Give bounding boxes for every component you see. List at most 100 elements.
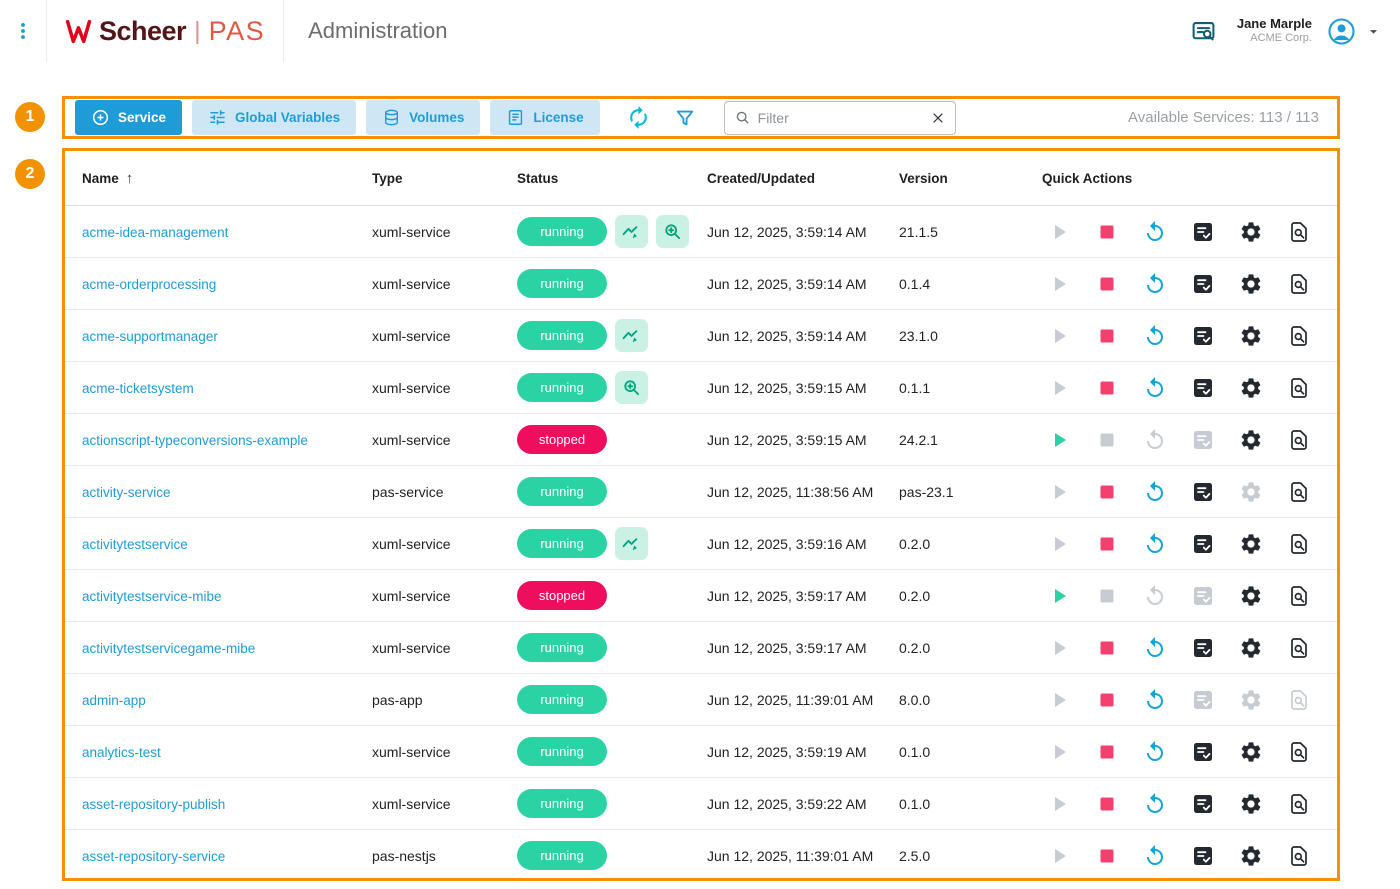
restart-button[interactable]: [1143, 376, 1167, 400]
restart-button[interactable]: [1143, 532, 1167, 556]
service-name-link[interactable]: acme-ticketsystem: [82, 381, 194, 396]
logs-button[interactable]: [1191, 636, 1215, 660]
stop-button[interactable]: [1095, 792, 1119, 816]
logs-button[interactable]: [1191, 740, 1215, 764]
table-row: acme-supportmanagerxuml-servicerunningJu…: [65, 310, 1337, 362]
service-name-link[interactable]: activitytestservicegame-mibe: [82, 641, 255, 656]
stop-button[interactable]: [1095, 844, 1119, 868]
service-name-link[interactable]: acme-orderprocessing: [82, 277, 216, 292]
filter-input[interactable]: [758, 110, 923, 126]
restart-button[interactable]: [1143, 324, 1167, 348]
stop-button[interactable]: [1095, 532, 1119, 556]
column-header-name[interactable]: Name↑: [65, 170, 355, 187]
funnel-icon[interactable]: [672, 105, 698, 131]
logs-button[interactable]: [1191, 220, 1215, 244]
service-name-link[interactable]: activity-service: [82, 485, 171, 500]
logs-button[interactable]: [1191, 532, 1215, 556]
logs-button[interactable]: [1191, 792, 1215, 816]
metrics-icon[interactable]: [615, 527, 648, 560]
table-row: analytics-testxuml-servicerunningJun 12,…: [65, 726, 1337, 778]
service-name-link[interactable]: asset-repository-publish: [82, 797, 225, 812]
details-button[interactable]: [1287, 220, 1311, 244]
service-tab-button[interactable]: Service: [75, 100, 182, 135]
refresh-icon[interactable]: [626, 105, 652, 131]
service-name-link[interactable]: activitytestservice-mibe: [82, 589, 222, 604]
settings-button[interactable]: [1239, 584, 1263, 608]
restart-button[interactable]: [1143, 844, 1167, 868]
settings-button[interactable]: [1239, 220, 1263, 244]
details-button[interactable]: [1287, 272, 1311, 296]
service-type: xuml-service: [355, 640, 500, 656]
logs-button[interactable]: [1191, 324, 1215, 348]
clear-icon[interactable]: [930, 110, 946, 126]
logs-button[interactable]: [1191, 272, 1215, 296]
restart-button[interactable]: [1143, 480, 1167, 504]
stop-button[interactable]: [1095, 324, 1119, 348]
service-name-link[interactable]: analytics-test: [82, 745, 161, 760]
stop-button[interactable]: [1095, 220, 1119, 244]
restart-button[interactable]: [1143, 220, 1167, 244]
stop-button[interactable]: [1095, 272, 1119, 296]
details-button[interactable]: [1287, 584, 1311, 608]
kebab-menu-icon[interactable]: [0, 20, 46, 42]
volumes-tab-button[interactable]: Volumes: [366, 100, 480, 135]
stop-button[interactable]: [1095, 636, 1119, 660]
service-name-link[interactable]: acme-supportmanager: [82, 329, 218, 344]
trace-icon[interactable]: [615, 371, 648, 404]
chevron-down-icon[interactable]: [1365, 23, 1382, 40]
stop-button[interactable]: [1095, 688, 1119, 712]
global-variables-tab-button[interactable]: Global Variables: [192, 100, 356, 135]
service-name-link[interactable]: asset-repository-service: [82, 849, 225, 864]
logs-button[interactable]: [1191, 480, 1215, 504]
metrics-icon[interactable]: [615, 215, 648, 248]
logs-button[interactable]: [1191, 376, 1215, 400]
user-info: Jane Marple ACME Corp.: [1237, 16, 1312, 46]
details-button[interactable]: [1287, 324, 1311, 348]
stop-button[interactable]: [1095, 376, 1119, 400]
details-button[interactable]: [1287, 532, 1311, 556]
license-tab-button[interactable]: License: [490, 100, 599, 135]
details-button[interactable]: [1287, 844, 1311, 868]
logs-button[interactable]: [1191, 844, 1215, 868]
service-name-link[interactable]: actionscript-typeconversions-example: [82, 433, 308, 448]
start-button[interactable]: [1047, 584, 1071, 608]
metrics-icon[interactable]: [615, 319, 648, 352]
details-button[interactable]: [1287, 428, 1311, 452]
stop-button[interactable]: [1095, 740, 1119, 764]
details-button[interactable]: [1287, 740, 1311, 764]
column-header-version[interactable]: Version: [882, 171, 1025, 186]
service-name-link[interactable]: activitytestservice: [82, 537, 188, 552]
column-header-created-updated[interactable]: Created/Updated: [690, 171, 882, 186]
settings-button[interactable]: [1239, 792, 1263, 816]
column-header-status[interactable]: Status: [500, 171, 690, 186]
restart-button[interactable]: [1143, 792, 1167, 816]
settings-button[interactable]: [1239, 636, 1263, 660]
details-button[interactable]: [1287, 376, 1311, 400]
details-button[interactable]: [1287, 792, 1311, 816]
settings-button[interactable]: [1239, 844, 1263, 868]
settings-button[interactable]: [1239, 324, 1263, 348]
start-button[interactable]: [1047, 428, 1071, 452]
settings-button[interactable]: [1239, 428, 1263, 452]
service-name-link[interactable]: admin-app: [82, 693, 146, 708]
details-button[interactable]: [1287, 480, 1311, 504]
settings-button[interactable]: [1239, 376, 1263, 400]
quick-actions: [1025, 532, 1337, 556]
stop-button[interactable]: [1095, 480, 1119, 504]
settings-button[interactable]: [1239, 272, 1263, 296]
settings-button[interactable]: [1239, 532, 1263, 556]
service-name-link[interactable]: acme-idea-management: [82, 225, 228, 240]
service-type: pas-nestjs: [355, 848, 500, 864]
settings-button[interactable]: [1239, 740, 1263, 764]
restart-button[interactable]: [1143, 272, 1167, 296]
restart-button[interactable]: [1143, 688, 1167, 712]
restart-button[interactable]: [1143, 740, 1167, 764]
trace-icon[interactable]: [656, 215, 689, 248]
created-updated: Jun 12, 2025, 3:59:19 AM: [690, 744, 882, 760]
details-button[interactable]: [1287, 636, 1311, 660]
restart-button: [1143, 428, 1167, 452]
column-header-type[interactable]: Type: [355, 171, 500, 186]
account-circle-icon[interactable]: [1326, 16, 1357, 47]
log-search-icon[interactable]: [1190, 18, 1217, 45]
restart-button[interactable]: [1143, 636, 1167, 660]
